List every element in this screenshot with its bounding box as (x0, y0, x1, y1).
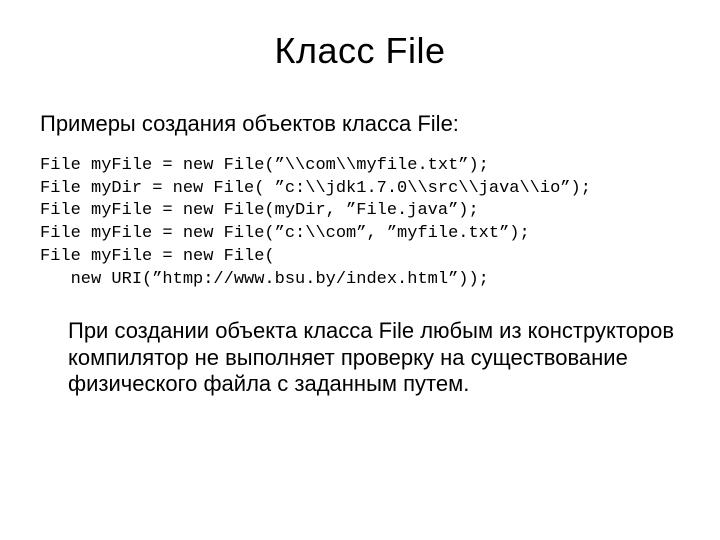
examples-subtitle: Примеры создания объектов класса File: (40, 110, 680, 139)
page-title: Класс File (40, 30, 680, 72)
body-paragraph: При создании объекта класса File любым и… (68, 318, 680, 397)
code-example: File myFile = new File(”\\com\\myfile.tx… (40, 155, 680, 293)
